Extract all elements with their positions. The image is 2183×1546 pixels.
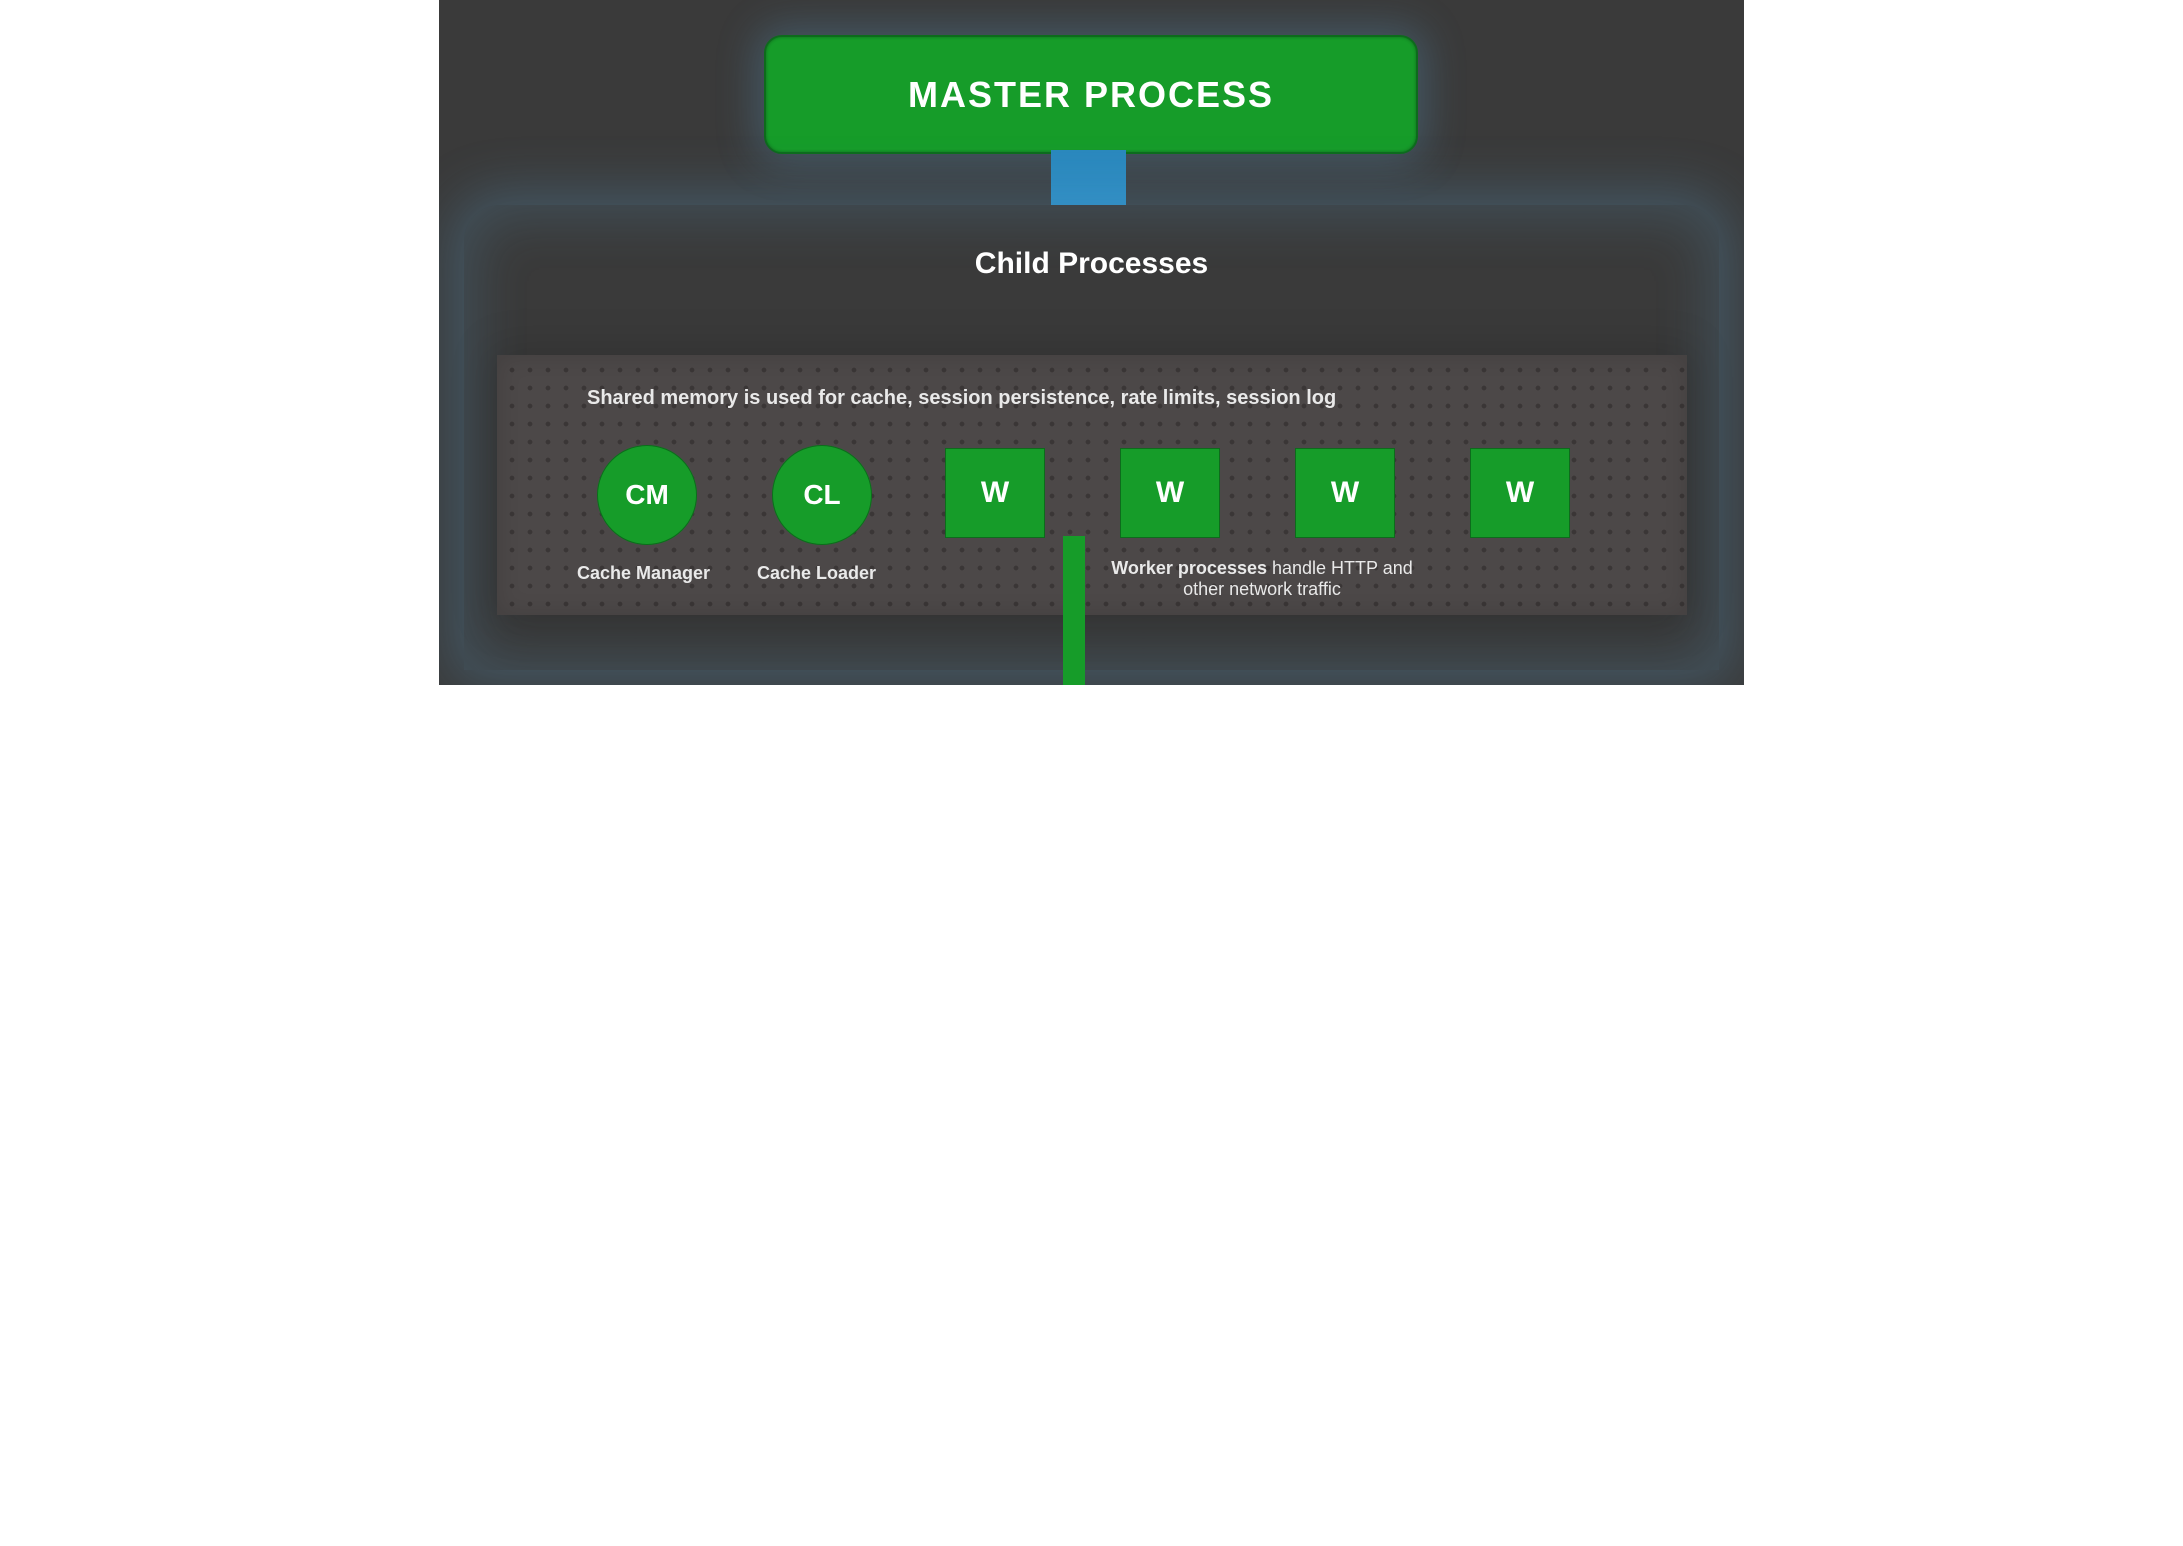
worker-node-4: W <box>1470 448 1570 538</box>
master-process-box: MASTER PROCESS <box>764 35 1418 154</box>
worker-caption: Worker processes handle HTTP and other n… <box>1107 558 1417 600</box>
child-processes-title: Child Processes <box>464 247 1719 281</box>
worker-short-4: W <box>1506 476 1534 510</box>
worker-caption-bold: Worker processes <box>1111 558 1267 578</box>
master-process-label: MASTER PROCESS <box>908 74 1274 116</box>
master-to-child-connector <box>1051 150 1126 210</box>
worker-connector-down <box>1063 536 1085 685</box>
shared-memory-panel: Shared memory is used for cache, session… <box>497 355 1687 615</box>
cache-manager-label: Cache Manager <box>577 563 710 584</box>
shared-memory-description: Shared memory is used for cache, session… <box>587 387 1336 410</box>
cache-loader-short: CL <box>803 479 840 511</box>
worker-short-2: W <box>1156 476 1184 510</box>
worker-short-1: W <box>981 476 1009 510</box>
worker-node-2: W <box>1120 448 1220 538</box>
diagram-stage: MASTER PROCESS Child Processes Shared me… <box>439 0 1744 685</box>
cache-loader-node: CL <box>772 445 872 545</box>
worker-node-1: W <box>945 448 1045 538</box>
worker-node-3: W <box>1295 448 1395 538</box>
cache-loader-label: Cache Loader <box>757 563 876 584</box>
cache-manager-short: CM <box>625 479 669 511</box>
worker-short-3: W <box>1331 476 1359 510</box>
cache-manager-node: CM <box>597 445 697 545</box>
